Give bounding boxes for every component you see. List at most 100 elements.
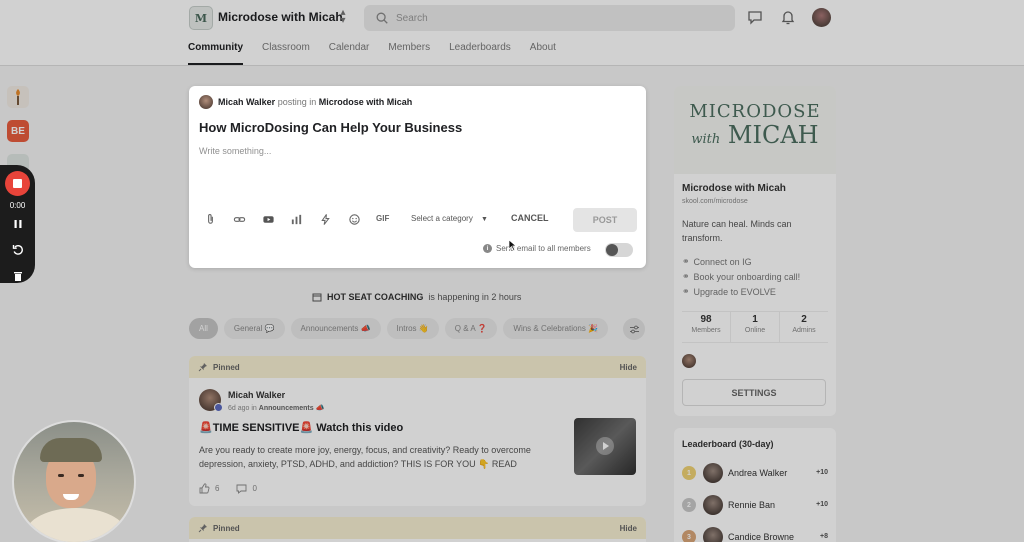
- filter-general[interactable]: General 💬: [223, 318, 285, 339]
- group-link-label: Book your onboarding call!: [693, 271, 801, 282]
- post-author[interactable]: Micah Walker: [228, 390, 285, 400]
- upcoming-event[interactable]: HOT SEAT COACHING is happening in 2 hour…: [312, 292, 521, 302]
- tab-members[interactable]: Members: [388, 42, 430, 66]
- send-email-row: i Send email to all members: [483, 244, 591, 253]
- link-icon[interactable]: [233, 213, 246, 226]
- group-links: ⚭ Connect on IG ⚭ Book your onboarding cal…: [682, 254, 800, 299]
- attachment-icon[interactable]: [204, 213, 217, 226]
- leaderboard-row[interactable]: 3 Candice Browne +8: [682, 527, 828, 542]
- link-icon: ⚭: [682, 256, 690, 266]
- search-icon: [376, 12, 388, 24]
- rank-badge: 2: [682, 498, 696, 512]
- post-category[interactable]: Announcements 📣: [259, 405, 325, 412]
- emoji-icon[interactable]: [348, 213, 361, 226]
- settings-button[interactable]: SETTINGS: [682, 379, 826, 406]
- tab-community[interactable]: Community: [188, 42, 243, 66]
- pinned-label: Pinned: [213, 523, 240, 533]
- composer-posting-in: posting in: [277, 97, 317, 107]
- leaderboard-avatar: [703, 527, 723, 542]
- group-link[interactable]: ⚭ Book your onboarding call!: [682, 269, 800, 284]
- webcam-eye: [78, 474, 84, 477]
- play-icon: [596, 437, 614, 455]
- post-composer: Micah Walker posting in Microdose with M…: [189, 86, 646, 268]
- lightning-icon[interactable]: [319, 213, 332, 226]
- composer-avatar: [199, 95, 213, 109]
- leaderboard-points: +10: [816, 469, 828, 476]
- tab-leaderboards[interactable]: Leaderboards: [449, 42, 511, 66]
- toggle-knob: [606, 244, 618, 256]
- youtube-icon[interactable]: [262, 213, 275, 226]
- filter-qa[interactable]: Q & A ❓: [444, 318, 498, 339]
- composer-meta: Micah Walker posting in Microdose with M…: [218, 97, 412, 107]
- filter-all[interactable]: All: [189, 318, 218, 339]
- filter-intros[interactable]: Intros 👋: [386, 318, 439, 339]
- post-title[interactable]: 🚨TIME SENSITIVE🚨 Watch this video: [199, 421, 403, 434]
- banner-line-2: with MICAH: [674, 122, 836, 153]
- bell-icon[interactable]: [780, 9, 796, 25]
- member-avatar[interactable]: [682, 354, 696, 368]
- rank-badge: 3: [682, 530, 696, 542]
- group-logo-text: M: [194, 11, 208, 25]
- tab-about[interactable]: About: [530, 42, 556, 66]
- restart-icon[interactable]: [11, 243, 25, 257]
- webcam-bubble[interactable]: [12, 420, 136, 542]
- rail-app-torch-icon[interactable]: [7, 86, 29, 108]
- hide-button[interactable]: Hide: [620, 524, 637, 533]
- gif-button[interactable]: GIF: [376, 214, 389, 223]
- rail-app-be[interactable]: BE: [7, 120, 29, 142]
- user-avatar[interactable]: [812, 8, 831, 27]
- group-link[interactable]: ⚭ Connect on IG: [682, 254, 800, 269]
- send-email-toggle[interactable]: [605, 243, 633, 257]
- group-link[interactable]: ⚭ Upgrade to EVOLVE: [682, 284, 800, 299]
- mouse-cursor-icon: [508, 239, 517, 251]
- webcam-eye: [58, 474, 64, 477]
- stop-recording-button[interactable]: [5, 171, 30, 196]
- filter-announcements[interactable]: Announcements 📣: [290, 318, 381, 339]
- group-card-description: Nature can heal. Minds can transform.: [682, 219, 792, 243]
- poll-icon[interactable]: [290, 213, 303, 226]
- stat-admins[interactable]: 2 Admins: [779, 312, 828, 342]
- leaderboard-row[interactable]: 1 Andrea Walker +10: [682, 463, 828, 483]
- leaderboard-name: Rennie Ban: [728, 500, 776, 510]
- nav-tabs: Community Classroom Calendar Members Lea…: [188, 42, 575, 66]
- post-card[interactable]: Pinned Hide: [189, 517, 646, 542]
- hide-button[interactable]: Hide: [620, 363, 637, 372]
- link-icon: ⚭: [682, 286, 690, 296]
- cancel-button[interactable]: CANCEL: [511, 213, 549, 223]
- tab-classroom[interactable]: Classroom: [262, 42, 310, 66]
- webcam-person-cap: [40, 438, 102, 462]
- group-banner[interactable]: MICRODOSE with MICAH: [674, 86, 836, 174]
- group-card-url: skool.com/microdose: [682, 198, 748, 205]
- post-button[interactable]: POST: [573, 208, 637, 232]
- pause-icon[interactable]: [11, 217, 25, 231]
- stat-number: 1: [752, 314, 758, 325]
- pinned-bar: Pinned Hide: [189, 356, 646, 378]
- video-thumbnail[interactable]: [574, 418, 636, 475]
- tab-calendar[interactable]: Calendar: [329, 42, 370, 66]
- post-body-input[interactable]: [199, 146, 629, 206]
- leaderboard-title[interactable]: Leaderboard (30-day): [682, 439, 774, 449]
- banner-line-1: MICRODOSE: [689, 101, 821, 122]
- group-name[interactable]: Microdose with Micah: [218, 10, 343, 24]
- search-input[interactable]: [396, 5, 716, 31]
- stat-online[interactable]: 1 Online: [730, 312, 779, 342]
- pin-icon: [198, 524, 207, 533]
- chevron-up-down-icon[interactable]: ▴ ▾: [337, 8, 349, 26]
- post-title-input[interactable]: How MicroDosing Can Help Your Business: [199, 120, 629, 135]
- leaderboard-row[interactable]: 2 Rennie Ban +10: [682, 495, 828, 515]
- trash-icon[interactable]: [11, 269, 25, 283]
- comment-icon[interactable]: [236, 483, 247, 494]
- like-icon[interactable]: [199, 483, 210, 494]
- leaderboard-points: +10: [816, 501, 828, 508]
- search-bar[interactable]: [364, 5, 735, 31]
- filter-settings-button[interactable]: [623, 318, 645, 340]
- stat-members[interactable]: 98 Members: [682, 312, 730, 342]
- chat-icon[interactable]: [747, 9, 763, 25]
- filter-wins[interactable]: Wins & Celebrations 🎉: [503, 318, 609, 339]
- leaderboard-name: Andrea Walker: [728, 468, 788, 478]
- post-card[interactable]: Pinned Hide Micah Walker 6d ago in Annou…: [189, 356, 646, 506]
- post-time-text: 6d ago in: [228, 405, 257, 412]
- leaderboard-avatar: [703, 495, 723, 515]
- category-select[interactable]: Select a category ▼: [411, 214, 488, 223]
- group-logo[interactable]: M: [189, 6, 213, 30]
